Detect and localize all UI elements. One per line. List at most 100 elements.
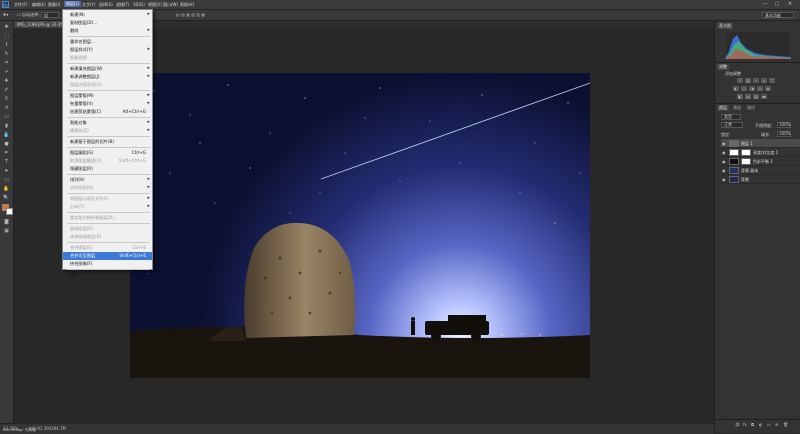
lasso-tool-icon[interactable]: ℓ [3,42,10,48]
layer-row[interactable]: ◉ 图层 1 [721,139,800,148]
layer-menu-item[interactable]: 图层蒙版(M) ▸ [63,92,152,100]
move-tool-icon[interactable]: ✥ [3,24,10,30]
brush-tool-icon[interactable]: ✐ [3,87,10,93]
new-layer-icon[interactable]: ⊞ [775,422,778,427]
link-layers-icon[interactable]: ⛓ [735,422,740,427]
type-tool-icon[interactable]: T [3,159,10,165]
layer-menu-item[interactable]: 新建调整图层(J) ▸ [63,73,152,81]
menu-9[interactable]: 窗口(W) [163,2,178,8]
delete-layer-icon[interactable]: 🗑 [783,422,788,427]
mini-bridge-tab[interactable]: Mini Bridge [3,428,23,432]
visibility-eye-icon[interactable]: ◉ [722,168,726,173]
layer-menu-item[interactable]: 创建剪贴蒙版(C) Alt+Ctrl+G [63,108,152,116]
menu-2[interactable]: 图像(I) [48,2,60,8]
visibility-eye-icon[interactable]: ◉ [722,177,726,182]
layer-menu-item[interactable]: 合并可见图层 Shift+Ctrl+E [63,252,152,260]
exposure-icon[interactable]: ± [761,78,767,83]
blend-mode-select[interactable]: 正常 [721,122,743,128]
menu-6[interactable]: 滤镜(T) [116,2,130,8]
dodge-tool-icon[interactable]: ● [3,141,10,147]
new-group-icon[interactable]: ▭ [767,422,771,427]
history-brush-tool-icon[interactable]: ↺ [3,105,10,111]
layer-row[interactable]: ◉ 亮度/对比度 1 [721,148,800,157]
menu-3[interactable]: 图层(L) [64,1,82,7]
layer-mask-thumbnail[interactable] [741,158,751,165]
menu-5[interactable]: 选择(S) [99,2,113,8]
threshold-icon[interactable]: ▨ [753,94,759,99]
visibility-eye-icon[interactable]: ◉ [722,150,726,155]
close-button[interactable]: ✕ [786,1,794,8]
hand-tool-icon[interactable]: ✋ [3,186,10,192]
hue-saturation-icon[interactable]: ◐ [733,86,739,91]
visibility-eye-icon[interactable]: ◉ [722,159,726,164]
invert-icon[interactable]: ◧ [737,94,743,99]
menu-10[interactable]: 帮助(H) [180,2,194,8]
fill-input[interactable]: 100% [777,131,791,137]
menu-0[interactable]: 文件(F) [14,2,27,8]
layer-menu-item[interactable]: 复制图层(D)... [63,19,152,27]
maximize-button[interactable]: ▢ [773,1,781,8]
photo-filter-icon[interactable]: ◎ [757,86,763,91]
healing-brush-tool-icon[interactable]: ✚ [3,78,10,84]
layer-row[interactable]: ◉ 色彩平衡 1 [721,157,800,166]
gradient-tool-icon[interactable]: ▮ [3,123,10,129]
layers-tab[interactable]: 图层 [717,105,729,111]
black-white-icon[interactable]: ◑ [749,86,755,91]
screen-mode-icon[interactable]: ▣ [3,228,10,234]
layer-mask-thumbnail[interactable] [741,149,751,156]
paths-tab[interactable]: 路径 [745,105,757,111]
zoom-tool-icon[interactable]: 🔍 [3,195,10,201]
timeline-tab[interactable]: 时间轴 [25,428,36,433]
eyedropper-tool-icon[interactable]: ⌿ [3,69,10,75]
gradient-map-icon[interactable]: ▬ [761,94,767,99]
quick-mask-icon[interactable]: ◙ [3,219,10,225]
color-balance-icon[interactable]: ⚖ [741,86,747,91]
eraser-tool-icon[interactable]: ▭ [3,114,10,120]
path-select-tool-icon[interactable]: ➤ [3,168,10,174]
channel-mixer-icon[interactable]: ◈ [765,86,771,91]
levels-icon[interactable]: ▥ [745,78,751,83]
menu-1[interactable]: 编辑(E) [32,2,46,8]
layer-style-icon[interactable]: fx [743,422,747,427]
layer-menu-item[interactable]: 排列(A) ▸ [63,176,152,184]
layer-menu-item[interactable]: 新建基于图层的切片(B) [63,138,152,146]
new-adjustment-layer-icon[interactable]: ◐ [759,422,763,427]
layer-menu-item[interactable]: 新建(N) ▸ [63,11,152,19]
auto-select-checkbox[interactable]: ☐ [17,12,21,17]
posterize-icon[interactable]: ▤ [745,94,751,99]
layer-kind-filter[interactable]: 类型 [721,114,741,120]
brightness-contrast-icon[interactable]: ☼ [737,78,743,83]
menu-4[interactable]: 文字(Y) [82,2,96,8]
move-tool-icon[interactable]: ✥▾ [3,12,8,17]
layer-menu-item[interactable]: 矢量蒙版(V) ▸ [63,100,152,108]
layer-row[interactable]: ◉ 背景 [721,175,800,184]
align-icons[interactable]: ▤ ▥ ▦ ▧ ▨ ▩ [176,12,205,17]
auto-select-target-select[interactable]: 组 [41,12,59,18]
adjustments-tab[interactable]: 调整 [717,64,729,70]
visibility-eye-icon[interactable]: ◉ [722,141,726,146]
opacity-input[interactable]: 100% [777,122,791,128]
marquee-tool-icon[interactable]: ⬚ [3,33,10,39]
layer-menu-item[interactable]: 重命名图层... [63,38,152,46]
layer-menu-item[interactable]: 新建填充图层(W) ▸ [63,65,152,73]
layer-menu-item[interactable]: 图层样式(Y) ▸ [63,46,152,54]
layer-menu-item[interactable]: 修边 ▸ [63,271,152,279]
minimize-button[interactable]: — [761,1,769,8]
histogram-tab[interactable]: 直方图 [717,23,733,29]
layer-menu-item[interactable]: 拼合图像(F) [63,260,152,268]
quick-select-tool-icon[interactable]: ✎ [3,51,10,57]
menu-7[interactable]: 3D(D) [133,2,145,7]
layer-menu-item[interactable]: 智能对象 ▸ [63,119,152,127]
vibrance-icon[interactable]: ▽ [769,78,775,83]
workspace-select[interactable]: 基本功能 [762,12,794,18]
blur-tool-icon[interactable]: 💧 [3,132,10,138]
layer-menu-item[interactable]: 图层编组(G) Ctrl+G [63,149,152,157]
layer-menu-item[interactable]: 隐藏图层(R) [63,165,152,173]
add-mask-icon[interactable]: ◘ [751,422,754,427]
pen-tool-icon[interactable]: ✒ [3,150,10,156]
menu-8[interactable]: 视图(V) [148,2,162,8]
clone-stamp-tool-icon[interactable]: ⚲ [3,96,10,102]
layer-menu-item[interactable]: 删除 ▸ [63,27,152,35]
layer-row[interactable]: ◉ 背景 副本 [721,166,800,175]
crop-tool-icon[interactable]: ⌗ [3,60,10,66]
